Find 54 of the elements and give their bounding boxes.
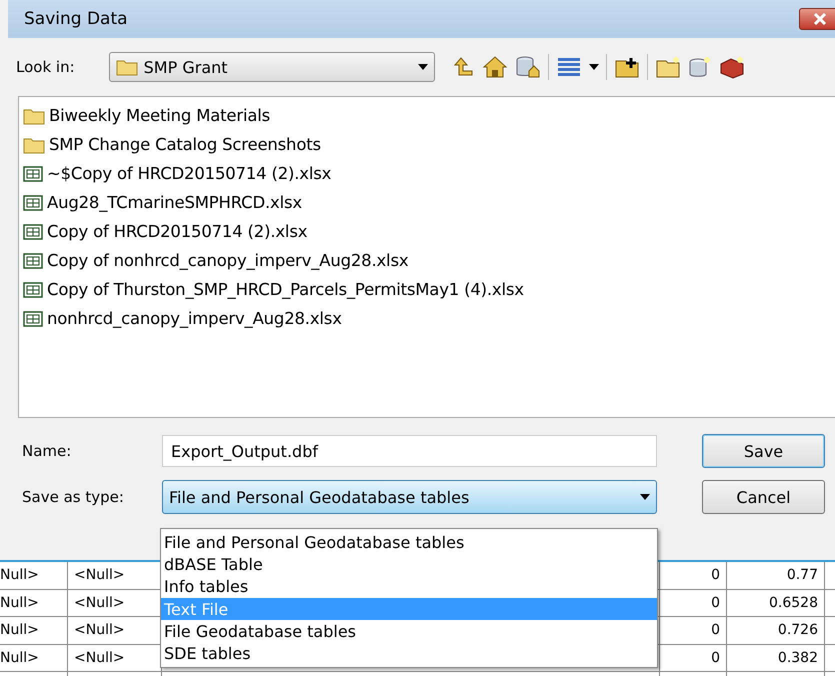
- name-field[interactable]: Export_Output.dbf: [162, 435, 657, 467]
- name-label: Name:: [22, 442, 72, 460]
- table-cell: Null>: [0, 590, 68, 616]
- table-cell: 0.726: [727, 617, 825, 644]
- file-item[interactable]: Aug28_TCmarineSMPHRCD.xlsx: [23, 188, 835, 217]
- table-cell: 0.77: [727, 562, 825, 588]
- save-as-type-dropdown[interactable]: File and Personal Geodatabase tables: [162, 480, 657, 514]
- save-button[interactable]: Save: [702, 434, 825, 468]
- table-cell: Null>: [0, 562, 68, 588]
- table-cell: 0: [660, 590, 727, 616]
- table-icon: [23, 280, 43, 298]
- file-item[interactable]: Biweekly Meeting Materials: [23, 101, 835, 130]
- table-icon: [23, 310, 43, 328]
- file-item[interactable]: Copy of nonhrcd_canopy_imperv_Aug28.xlsx: [23, 246, 835, 275]
- table-cell: 0.6528: [727, 590, 825, 616]
- file-item[interactable]: Copy of Thurston_SMP_HRCD_Parcels_PermitsMay1 (4).xlsx: [23, 275, 835, 304]
- look-in-label: Look in:: [16, 58, 75, 76]
- cancel-button[interactable]: Cancel: [702, 480, 825, 514]
- caret-icon[interactable]: [588, 64, 599, 70]
- caret-icon: [418, 64, 428, 70]
- table-cell: 0: [660, 644, 727, 671]
- table-cell: 0: [660, 562, 727, 588]
- file-item[interactable]: ~$Copy of HRCD20150714 (2).xlsx: [23, 159, 835, 188]
- save-as-type-label: Save as type:: [22, 488, 125, 506]
- table-icon: [23, 194, 43, 212]
- type-option[interactable]: SDE tables: [161, 642, 657, 665]
- folder-icon: [23, 106, 45, 124]
- table-cell: Null>: [0, 617, 68, 644]
- caret-icon: [640, 494, 650, 500]
- type-option[interactable]: dBASE Table: [161, 553, 657, 576]
- look-in-dropdown[interactable]: SMP Grant: [108, 52, 435, 82]
- close-button[interactable]: [799, 8, 835, 30]
- file-item[interactable]: SMP Change Catalog Screenshots: [23, 130, 835, 159]
- table-icon: [23, 252, 43, 270]
- type-option[interactable]: File and Personal Geodatabase tables: [161, 531, 657, 554]
- table-cell: Null>: [0, 644, 68, 671]
- table-icon: [23, 222, 43, 240]
- type-option[interactable]: File Geodatabase tables: [161, 620, 657, 642]
- home-icon[interactable]: [482, 55, 508, 79]
- close-icon: [813, 13, 827, 25]
- new-folder-icon[interactable]: [654, 55, 681, 79]
- folder-icon: [23, 136, 45, 154]
- table-cell: 0.382: [727, 644, 825, 671]
- new-item-icon[interactable]: [614, 55, 640, 79]
- type-option[interactable]: Info tables: [161, 576, 657, 598]
- list-view-icon[interactable]: [556, 55, 582, 79]
- window-title: Saving Data: [24, 9, 128, 29]
- new-database-icon[interactable]: [688, 55, 712, 79]
- file-item[interactable]: Copy of HRCD20150714 (2).xlsx: [23, 217, 835, 246]
- folder-icon: [116, 58, 138, 76]
- database-home-icon[interactable]: [514, 55, 541, 79]
- table-icon: [23, 164, 43, 182]
- file-item[interactable]: nonhrcd_canopy_imperv_Aug28.xlsx: [23, 304, 835, 333]
- table-cell: 0: [660, 617, 727, 644]
